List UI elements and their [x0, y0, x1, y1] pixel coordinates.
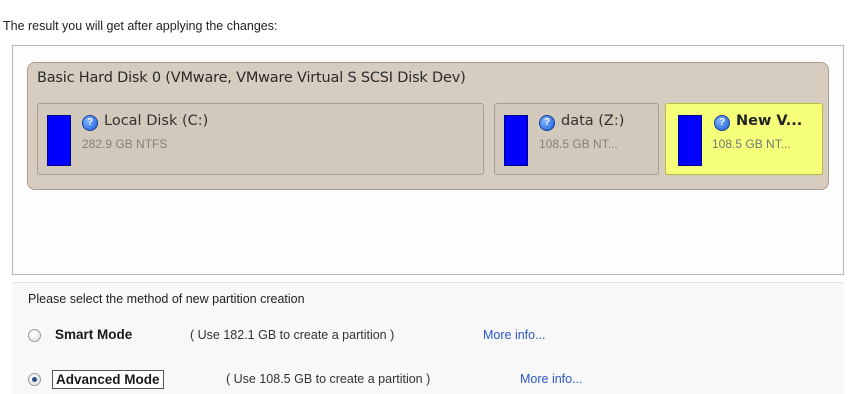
- result-heading: The result you will get after applying t…: [3, 19, 278, 33]
- partition-name: New V...: [736, 113, 803, 129]
- method-group-label: Please select the method of new partitio…: [28, 292, 305, 306]
- partition-usage-bar: [504, 115, 528, 166]
- advanced-mode-description: ( Use 108.5 GB to create a partition ): [226, 372, 431, 386]
- question-icon[interactable]: ?: [714, 115, 730, 131]
- partition-usage-bar: [47, 115, 71, 166]
- partition-new-volume[interactable]: ? New V... 108.5 GB NT...: [665, 103, 823, 175]
- question-icon[interactable]: ?: [539, 115, 555, 131]
- partition-name: data (Z:): [561, 113, 625, 129]
- smart-mode-more-info-link[interactable]: More info...: [483, 328, 546, 342]
- partition-size: 108.5 GB NT...: [712, 137, 791, 151]
- smart-mode-label[interactable]: Smart Mode: [52, 326, 135, 343]
- creation-method-group: Please select the method of new partitio…: [12, 282, 844, 394]
- partition-usage-bar: [678, 115, 702, 166]
- question-icon[interactable]: ?: [82, 115, 98, 131]
- disk-map: Basic Hard Disk 0 (VMware, VMware Virtua…: [27, 62, 829, 190]
- partition-size: 282.9 GB NTFS: [82, 137, 168, 151]
- smart-mode-description: ( Use 182.1 GB to create a partition ): [190, 328, 395, 342]
- partition-name: Local Disk (C:): [104, 113, 209, 129]
- advanced-mode-radio[interactable]: [28, 373, 41, 386]
- advanced-mode-label[interactable]: Advanced Mode: [52, 370, 164, 389]
- partition-local-disk-c[interactable]: ? Local Disk (C:) 282.9 GB NTFS: [37, 103, 484, 175]
- disk-title: Basic Hard Disk 0 (VMware, VMware Virtua…: [37, 70, 466, 86]
- result-preview-panel: Basic Hard Disk 0 (VMware, VMware Virtua…: [12, 45, 844, 275]
- partition-size: 108.5 GB NT...: [539, 137, 618, 151]
- advanced-mode-more-info-link[interactable]: More info...: [520, 372, 583, 386]
- smart-mode-radio[interactable]: [28, 329, 41, 342]
- partition-data-z[interactable]: ? data (Z:) 108.5 GB NT...: [494, 103, 659, 175]
